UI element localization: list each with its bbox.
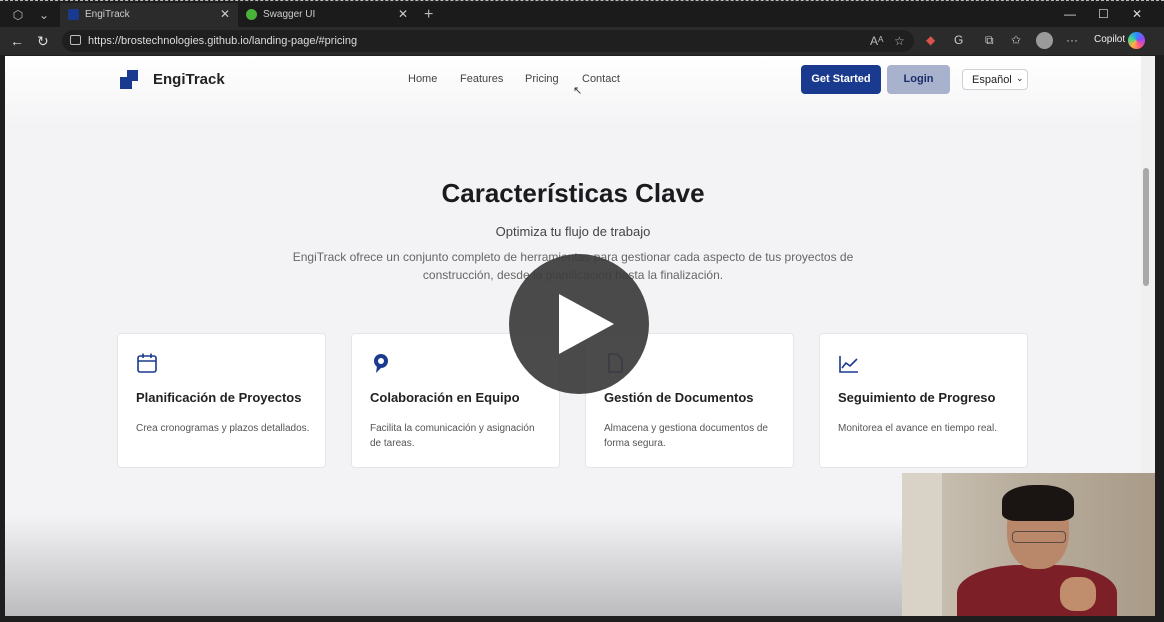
close-tab-icon[interactable]: ✕ — [220, 7, 230, 21]
browser-tab-bar: ⬡ ⌄ EngiTrack ✕ Swagger UI ✕ + — ☐ ✕ — [0, 3, 1164, 27]
profile-avatar[interactable] — [1036, 32, 1053, 49]
address-bar[interactable]: https://brostechnologies.github.io/landi… — [62, 30, 914, 52]
reload-icon[interactable]: ↻ — [37, 33, 49, 50]
more-options-icon[interactable]: ··· — [1066, 33, 1078, 47]
close-window-icon[interactable]: ✕ — [1132, 7, 1142, 21]
feature-card: Seguimiento de Progreso Monitorea el ava… — [819, 333, 1028, 468]
nav-home[interactable]: Home — [408, 73, 437, 85]
nav-features[interactable]: Features — [460, 73, 503, 85]
feature-card-title: Planificación de Proyectos — [136, 390, 302, 405]
browser-toolbar: ← ↻ https://brostechnologies.github.io/l… — [0, 27, 1164, 55]
feature-card-description: Almacena y gestiona documentos de forma … — [604, 423, 768, 449]
new-tab-icon[interactable]: + — [424, 6, 433, 24]
language-select[interactable]: Español ⌄ — [962, 69, 1028, 90]
tab-title: EngiTrack — [85, 9, 130, 20]
engitrack-favicon-icon — [68, 9, 79, 20]
feature-card-title: Gestión de Documentos — [604, 390, 754, 405]
webcam-person-hair — [1002, 485, 1074, 521]
feature-card-description: Facilita la comunicación y asignación de… — [370, 423, 535, 449]
feature-card-description: Monitorea el avance en tiempo real. — [838, 423, 997, 434]
copilot-logo-icon[interactable] — [1128, 32, 1145, 49]
webcam-person-glasses — [1012, 531, 1066, 543]
maximize-icon[interactable]: ☐ — [1098, 7, 1109, 21]
collaboration-icon — [374, 354, 388, 373]
window-edge — [1155, 56, 1164, 622]
language-value: Español — [972, 74, 1012, 86]
split-screen-icon[interactable]: ⧉ — [985, 33, 994, 48]
extension-icon[interactable]: ◆ — [926, 33, 935, 47]
mouse-cursor-icon: ↖ — [573, 85, 583, 97]
back-icon[interactable]: ← — [10, 33, 24, 49]
feature-card: Planificación de Proyectos Crea cronogra… — [117, 333, 326, 468]
login-button[interactable]: Login — [887, 65, 950, 94]
favorites-icon[interactable]: ✩ — [1011, 33, 1021, 47]
webcam-person-hand — [1060, 577, 1096, 611]
engitrack-logo-icon[interactable] — [120, 70, 138, 89]
feature-card-title: Colaboración en Equipo — [370, 390, 520, 405]
extension-g-icon[interactable]: G — [954, 33, 963, 47]
lock-icon — [70, 35, 81, 45]
close-tab-icon[interactable]: ✕ — [398, 7, 408, 21]
chart-icon — [839, 356, 858, 373]
tab-actions-chevron-icon[interactable]: ⌄ — [36, 7, 52, 23]
webcam-overlay — [902, 473, 1155, 616]
webcam-background — [902, 473, 942, 616]
get-started-button[interactable]: Get Started — [801, 65, 881, 94]
nav-contact[interactable]: Contact — [582, 73, 620, 85]
url-text[interactable]: https://brostechnologies.github.io/landi… — [88, 35, 357, 47]
workspaces-icon[interactable]: ⬡ — [10, 7, 26, 23]
feature-card-description: Crea cronogramas y plazos detallados. — [136, 423, 310, 434]
tab-engitrack[interactable]: EngiTrack ✕ — [60, 3, 238, 27]
tab-title: Swagger UI — [263, 9, 316, 20]
features-title: Características Clave — [441, 178, 705, 208]
video-play-button[interactable] — [509, 254, 649, 394]
brand-name[interactable]: EngiTrack — [153, 71, 225, 88]
features-subtitle: Optimiza tu flujo de trabajo — [495, 224, 651, 239]
nav-pricing[interactable]: Pricing — [525, 73, 559, 85]
favorite-star-icon[interactable]: ☆ — [894, 34, 905, 48]
copilot-button[interactable]: Copilot — [1094, 34, 1125, 45]
swagger-favicon-icon — [246, 9, 257, 20]
minimize-icon[interactable]: — — [1064, 7, 1076, 21]
feature-card-title: Seguimiento de Progreso — [838, 390, 996, 405]
tab-swagger[interactable]: Swagger UI ✕ — [238, 3, 416, 27]
read-aloud-icon[interactable]: Aᴬ — [870, 34, 883, 48]
calendar-icon — [137, 353, 157, 373]
scrollbar-thumb[interactable] — [1143, 168, 1149, 286]
chevron-down-icon: ⌄ — [1016, 73, 1024, 83]
